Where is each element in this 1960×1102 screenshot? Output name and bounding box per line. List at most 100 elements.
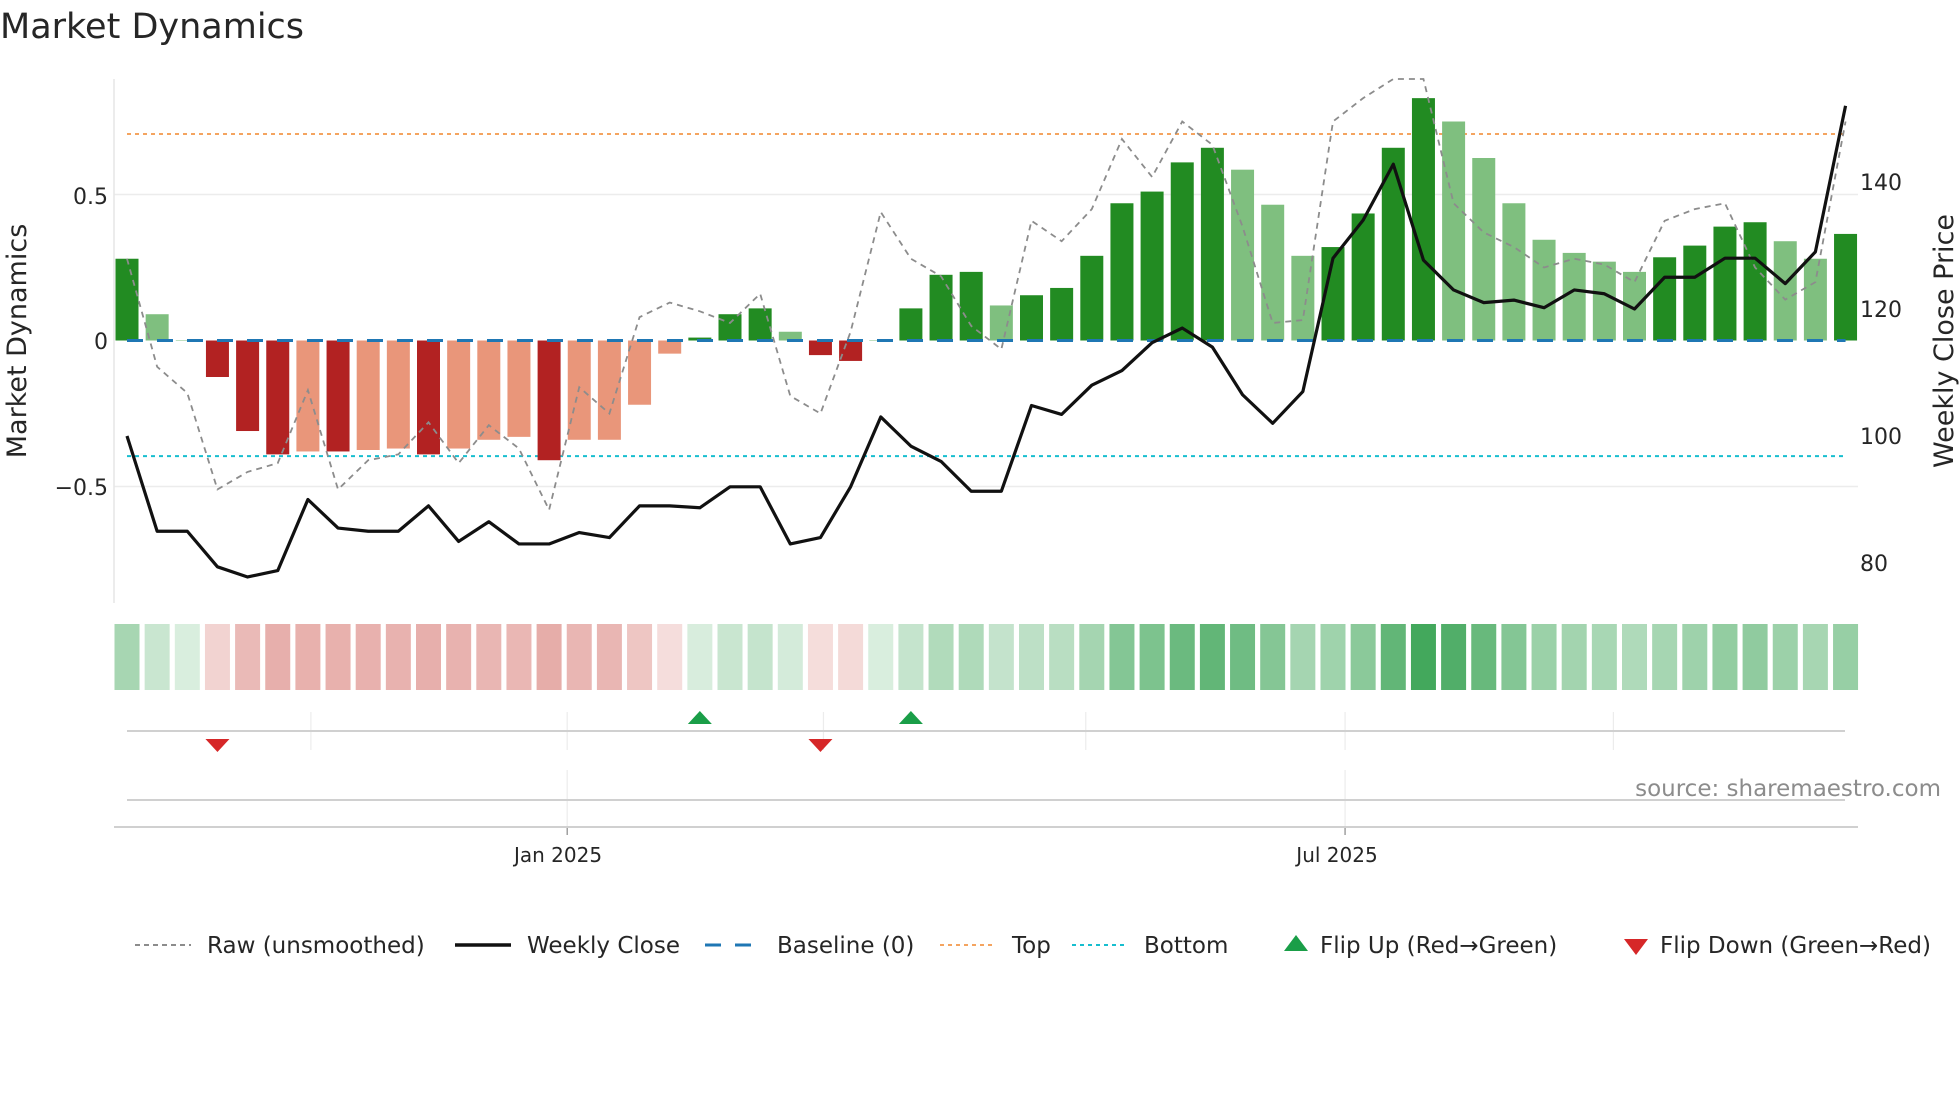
bar [1834,233,1858,341]
y2-tick-label: 120 [1860,298,1902,323]
legend-label: Weekly Close [527,933,680,959]
bar [989,305,1013,341]
heat-cell [1230,624,1256,690]
bar [1140,191,1164,341]
heat-cell [476,624,502,690]
flip-up-marker [687,711,712,724]
heat-cell [1622,624,1647,690]
heat-cell [1410,624,1436,690]
bar [447,340,471,449]
bar [1170,162,1194,341]
legend-flip-up-icon [1284,935,1308,951]
heat-cell [1049,624,1075,690]
y-tick-label: 0.5 [73,185,108,210]
heat-strip [114,624,1859,690]
heat-cell [1742,624,1768,690]
bar [115,258,139,341]
heat-cell [416,624,441,690]
heat-cell [1109,624,1135,690]
heat-cell [1290,624,1316,690]
heat-cell [717,624,743,690]
bars-layer [115,98,1858,461]
close-line [125,105,1848,579]
market-dynamics-chart: Market Dynamics 0.5 0 −0.5 140 120 100 8… [0,7,1960,959]
bar [1050,287,1074,341]
heat-cell [868,624,894,690]
bar [718,314,742,341]
heat-cell [1561,624,1587,690]
legend-label: Flip Up (Red→Green) [1320,933,1557,959]
bar [1472,158,1496,341]
heat-cell [204,624,230,690]
bar [1110,203,1134,341]
heat-cell [566,624,592,690]
bar [1411,98,1435,341]
bar [386,340,410,449]
heat-cell [988,624,1014,690]
x-tick-label: Jan 2025 [512,843,602,867]
legend: Raw (unsmoothed) Weekly Close Baseline (0)… [135,933,1931,959]
flip-down-marker [808,739,833,752]
bar [1562,252,1586,341]
raw-line [126,78,1847,513]
heat-cell [1380,624,1406,690]
heat-cell [596,624,622,690]
heat-cell [1682,624,1708,690]
y-tick-label: −0.5 [55,476,108,501]
bar [1803,258,1827,341]
bar [1080,255,1104,341]
bar [748,308,772,341]
bar [808,340,832,356]
heat-cell [1320,624,1346,690]
legend-label: Baseline (0) [777,933,914,959]
chart-title: Market Dynamics [0,7,304,47]
bar [205,340,229,377]
heat-cell [506,624,532,690]
bar [1592,261,1616,341]
bar [1442,121,1466,341]
heat-cell [1591,624,1617,690]
heat-cell [265,624,291,690]
bar [236,340,260,432]
bar [899,308,923,341]
heat-cell [1712,624,1738,690]
heat-cell [657,624,683,690]
flip-down-marker [205,739,230,752]
bar [417,340,440,455]
heat-cell [627,624,653,690]
heat-cell [777,624,803,690]
heat-cell [1199,624,1225,690]
bar [1743,222,1767,341]
bar [356,340,380,450]
y2-tick-label: 100 [1860,425,1902,450]
y2-axis-label: Weekly Close Price [1929,214,1960,468]
legend-label: Bottom [1144,933,1228,959]
bar [929,274,953,341]
heat-cell [1079,624,1105,690]
y-axis-label: Market Dynamics [2,224,33,459]
bar [1713,226,1737,341]
y2-tick-label: 80 [1860,552,1888,577]
heat-cell [838,624,864,690]
heat-cell [446,624,472,690]
heat-cell [1471,624,1497,690]
bar [1020,295,1043,341]
heat-cell [174,624,200,690]
heat-cell [1531,624,1557,690]
bar [1261,204,1285,341]
heat-cell [114,624,140,690]
legend-label: Flip Down (Green→Red) [1660,933,1931,959]
heat-cell [747,624,773,690]
flip-panel [114,711,1858,835]
heat-cell [325,624,351,690]
x-tick-label: Jul 2025 [1294,843,1377,867]
flip-up-marker [898,711,923,724]
bar [628,340,652,405]
bar [537,340,561,461]
heat-cell [1169,624,1195,690]
legend-label: Raw (unsmoothed) [207,933,425,959]
bar [266,340,290,455]
y-tick-label: 0 [94,330,108,355]
heat-cell [898,624,924,690]
legend-flip-down-icon [1624,939,1648,955]
